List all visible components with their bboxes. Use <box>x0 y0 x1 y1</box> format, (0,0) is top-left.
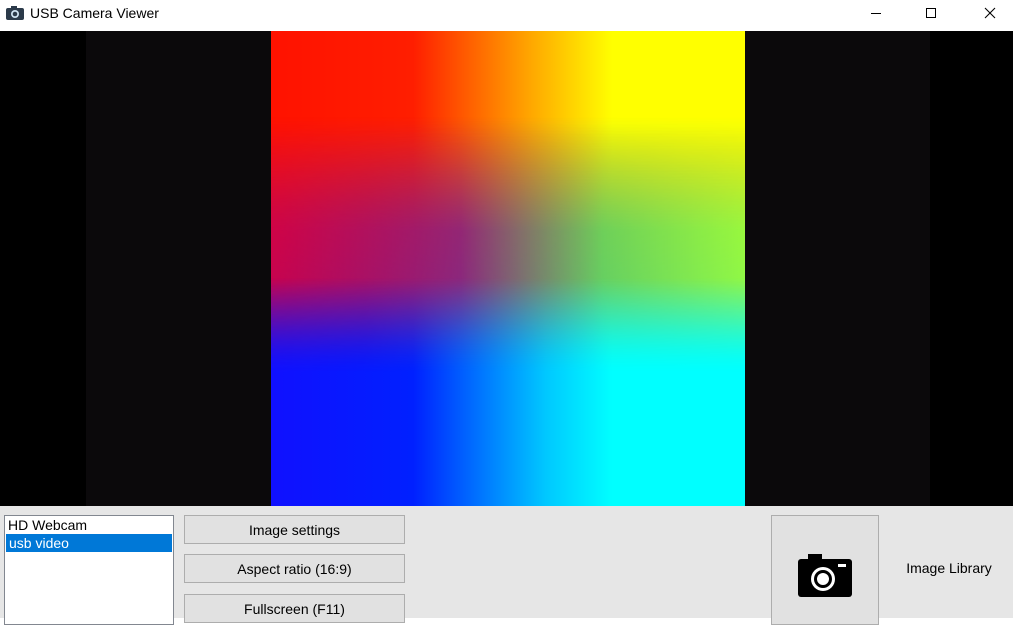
aspect-ratio-button[interactable]: Aspect ratio (16:9) <box>184 554 405 583</box>
video-preview <box>0 31 1013 506</box>
device-list[interactable]: HD Webcam usb video <box>4 515 174 625</box>
minimize-button[interactable] <box>853 0 899 30</box>
window-title: USB Camera Viewer <box>30 5 159 21</box>
maximize-button[interactable] <box>908 0 954 30</box>
fullscreen-button[interactable]: Fullscreen (F11) <box>184 594 405 623</box>
camera-frame <box>271 31 745 506</box>
close-button[interactable] <box>967 0 1013 30</box>
device-item-usb-video[interactable]: usb video <box>6 534 172 552</box>
take-snapshot-button[interactable] <box>771 515 879 625</box>
control-panel: HD Webcam usb video Image settings Aspec… <box>0 506 1013 625</box>
title-bar: USB Camera Viewer <box>0 0 1013 30</box>
image-settings-button[interactable]: Image settings <box>184 515 405 544</box>
frame-gradient-bottom <box>271 31 745 506</box>
maximize-icon <box>925 6 937 24</box>
app-camera-icon <box>6 5 24 21</box>
image-library-label: Image Library <box>906 560 992 576</box>
minimize-icon <box>870 6 882 24</box>
camera-icon <box>798 553 852 602</box>
close-icon <box>984 6 996 24</box>
image-library-link[interactable]: Image Library <box>880 548 1013 588</box>
device-item-hd-webcam[interactable]: HD Webcam <box>5 516 173 534</box>
